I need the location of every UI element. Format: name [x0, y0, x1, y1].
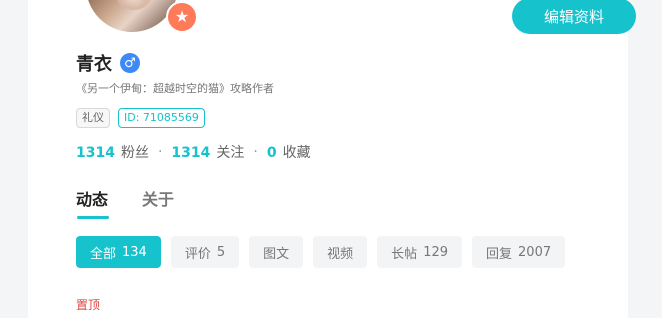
stat-number: 1314 — [76, 145, 115, 161]
filter-count: 2007 — [518, 244, 552, 260]
user-name: 青衣 — [76, 54, 112, 75]
stat-label: 收藏 — [282, 145, 311, 161]
filter-all[interactable]: 全部 134 — [76, 236, 161, 268]
author-badge-icon: ★ — [166, 1, 198, 33]
profile-tabs: 动态 关于 — [76, 186, 174, 219]
filter-label: 全部 — [90, 246, 117, 262]
filter-replies[interactable]: 回复 2007 — [472, 236, 566, 268]
stat-number: 0 — [266, 145, 277, 161]
activity-filters: 全部 134 评价 5 图文 视频 长帖 129 回复 2007 — [76, 236, 566, 268]
filter-video[interactable]: 视频 — [313, 236, 368, 268]
separator: · — [157, 144, 163, 160]
male-gender-icon: ♂ — [120, 53, 140, 73]
stat-fans[interactable]: 1314 粉丝 — [76, 142, 149, 162]
stat-label: 关注 — [216, 145, 245, 161]
filter-long-posts[interactable]: 长帖 129 — [377, 236, 463, 268]
user-id-tag[interactable]: ID: 71085569 — [118, 108, 205, 128]
profile-card: ★ 编辑资料 青衣 ♂ 《另一个伊甸：超越时空的猫》攻略作者 礼仪 ID: 71… — [28, 0, 636, 318]
filter-count: 129 — [423, 244, 449, 260]
filter-label: 视频 — [327, 246, 354, 262]
filter-label: 图文 — [263, 246, 290, 262]
stat-number: 1314 — [171, 145, 211, 161]
tab-about[interactable]: 关于 — [142, 186, 174, 210]
filter-image-text[interactable]: 图文 — [249, 236, 304, 268]
user-tags: 礼仪 ID: 71085569 — [76, 108, 205, 128]
filter-label: 评价 — [184, 246, 211, 262]
tab-activity[interactable]: 动态 — [76, 186, 110, 219]
separator: · — [253, 144, 258, 160]
avatar[interactable] — [86, 0, 178, 32]
user-stats: 1314 粉丝 · 1314 关注 · 0 收藏 — [76, 142, 311, 162]
edit-profile-button[interactable]: 编辑资料 — [512, 0, 636, 34]
filter-label: 回复 — [486, 246, 513, 262]
filter-count: 134 — [122, 244, 147, 260]
name-row: 青衣 ♂ — [76, 50, 140, 76]
stat-favorites[interactable]: 0 收藏 — [267, 142, 311, 162]
filter-label: 长帖 — [391, 246, 418, 262]
user-subtitle: 《另一个伊甸：超越时空的猫》攻略作者 — [76, 82, 274, 95]
stat-following[interactable]: 1314 关注 — [171, 142, 244, 162]
filter-reviews[interactable]: 评价 5 — [170, 236, 240, 268]
stat-label: 粉丝 — [120, 145, 149, 161]
pinned-label: 置顶 — [76, 298, 101, 312]
filter-count: 5 — [216, 244, 226, 260]
tag-etiquette: 礼仪 — [76, 108, 110, 128]
